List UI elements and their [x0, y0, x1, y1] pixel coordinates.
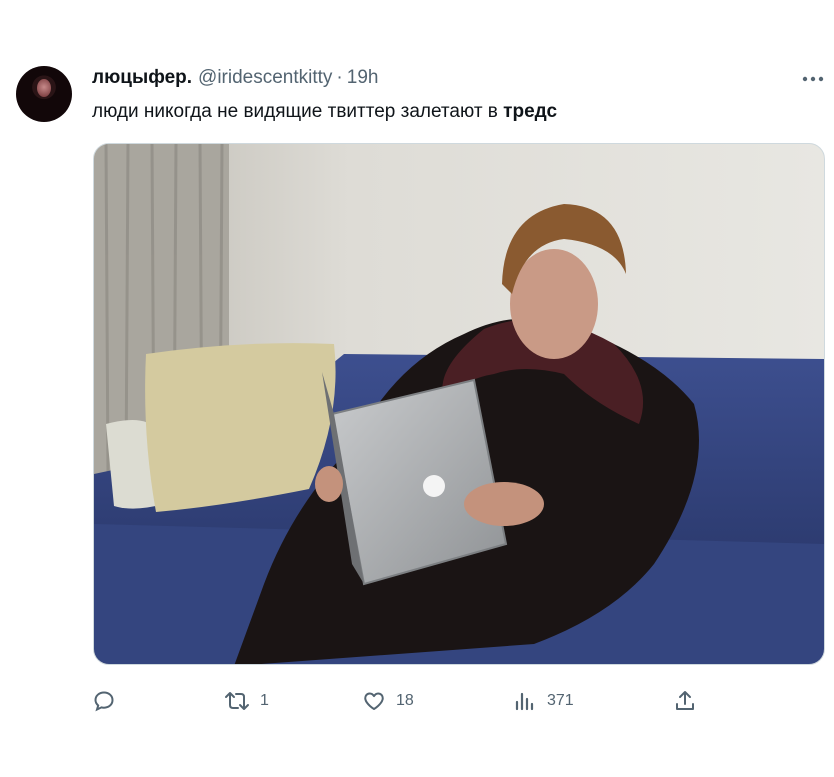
tweet-text-bold: тредс: [503, 101, 558, 122]
views-button[interactable]: 371: [513, 686, 574, 716]
share-icon: [673, 689, 697, 713]
tweet-media-photo[interactable]: [93, 143, 825, 665]
tweet[interactable]: люцыфер. @iridescentkitty · 19h люди ник…: [0, 0, 834, 777]
retweet-count: 1: [260, 692, 269, 709]
retweet-button[interactable]: 1: [224, 686, 269, 716]
tweet-header: люцыфер. @iridescentkitty · 19h: [92, 67, 378, 91]
retweet-icon: [224, 689, 250, 713]
user-handle[interactable]: @iridescentkitty: [198, 67, 332, 89]
views-count: 371: [547, 692, 574, 709]
share-button[interactable]: [673, 686, 697, 716]
tweet-text-plain: люди никогда не видящие твиттер залетают…: [92, 101, 504, 122]
views-chart-icon: [513, 689, 537, 713]
like-button[interactable]: 18: [362, 686, 414, 716]
user-avatar[interactable]: [16, 66, 72, 122]
action-bar: 1 18 371: [0, 686, 834, 716]
reply-button[interactable]: [92, 686, 126, 716]
tweet-text: люди никогда не видящие твиттер залетают…: [92, 101, 557, 123]
heart-icon: [362, 689, 386, 713]
more-dots-icon[interactable]: [800, 66, 826, 92]
reply-icon: [92, 689, 116, 713]
display-name[interactable]: люцыфер.: [92, 67, 192, 89]
separator-dot: ·: [336, 67, 343, 88]
like-count: 18: [396, 692, 414, 709]
timestamp[interactable]: 19h: [347, 67, 379, 89]
